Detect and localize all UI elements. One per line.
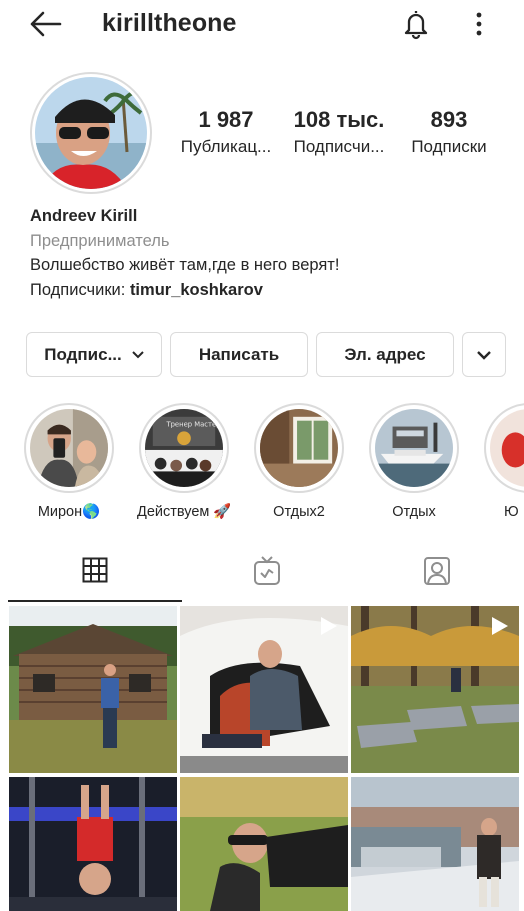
profile-tabs <box>0 540 524 604</box>
highlight-cover-image <box>490 409 524 487</box>
bio-subscribers-line: Подписчики: timur_koshkarov <box>30 278 500 303</box>
more-vertical-icon[interactable] <box>467 10 491 38</box>
profile-stats: 1 987 Публикац... 108 тыс. Подписчи... 8… <box>172 106 502 166</box>
highlight-label: Ю <box>504 504 519 520</box>
posts-count: 1 987 <box>198 107 254 132</box>
arrow-left-icon[interactable] <box>28 10 62 38</box>
grid-post[interactable] <box>180 777 348 911</box>
top-bar: kirilltheone <box>0 0 524 48</box>
posts-stat[interactable]: 1 987 Публикац... <box>172 106 280 160</box>
bell-icon[interactable] <box>400 8 432 40</box>
followers-count: 108 тыс. <box>293 107 385 132</box>
bio-text: Волшебство живёт там,где в него верят! <box>30 256 340 274</box>
message-button[interactable]: Написать <box>170 332 308 377</box>
profile-username: kirilltheone <box>102 9 237 37</box>
story-highlight[interactable]: Ю <box>482 403 524 521</box>
reel-play-icon <box>492 617 508 635</box>
post-image <box>9 777 177 911</box>
highlight-cover-image <box>375 409 453 487</box>
highlight-label: Отдых <box>392 504 436 520</box>
highlight-label: Отдых2 <box>273 504 325 520</box>
story-highlight[interactable]: Тренер Мастер Действуем 🚀 <box>137 403 231 521</box>
grid-post[interactable] <box>9 606 177 773</box>
highlight-cover-image <box>260 409 338 487</box>
following-label: Подписки <box>411 137 487 156</box>
tab-tagged[interactable] <box>350 540 524 602</box>
grid-post[interactable] <box>351 777 519 911</box>
bio-mention-link[interactable]: timur_koshkarov <box>130 281 263 299</box>
chevron-down-icon <box>477 350 491 360</box>
bio-subscribers-prefix: Подписчики: <box>30 280 130 299</box>
following-button[interactable]: Подпис... <box>26 332 162 377</box>
story-highlight[interactable]: Отдых2 <box>252 403 346 521</box>
profile-full-name: Andreev Kirill <box>30 207 138 225</box>
highlight-ring <box>484 403 524 493</box>
email-button[interactable]: Эл. адрес <box>316 332 454 377</box>
profile-avatar[interactable] <box>30 72 152 194</box>
reel-play-icon <box>321 617 337 635</box>
post-image <box>351 777 519 911</box>
post-image <box>9 606 177 773</box>
grid-post[interactable] <box>180 606 348 773</box>
following-stat[interactable]: 893 Подписки <box>402 106 496 160</box>
chevron-down-icon <box>132 350 144 358</box>
tagged-person-icon <box>424 557 450 585</box>
highlight-ring <box>254 403 344 493</box>
posts-grid <box>9 606 519 911</box>
posts-label: Публикац... <box>180 137 272 156</box>
suggested-accounts-button[interactable] <box>462 332 506 377</box>
highlight-ring <box>369 403 459 493</box>
avatar-image <box>35 77 147 189</box>
highlight-ring <box>24 403 114 493</box>
svg-text:Тренер Мастер: Тренер Мастер <box>165 421 220 429</box>
grid-post[interactable] <box>351 606 519 773</box>
igtv-icon <box>254 556 280 585</box>
post-image <box>180 777 348 911</box>
highlight-cover-image: Тренер Мастер <box>145 409 223 487</box>
profile-category: Предприниматель <box>30 231 170 250</box>
story-highlight[interactable]: Отдых <box>367 403 461 521</box>
followers-stat[interactable]: 108 тыс. Подписчи... <box>284 106 394 160</box>
highlight-cover-image <box>30 409 108 487</box>
following-button-label: Подпис... <box>44 344 122 364</box>
grid-icon <box>82 557 108 583</box>
highlight-label: Действуем 🚀 <box>137 504 231 520</box>
story-highlight[interactable]: Мирон🌎 <box>22 403 116 521</box>
highlight-ring: Тренер Мастер <box>139 403 229 493</box>
profile-bio: Andreev Kirill Предприниматель Волшебств… <box>30 204 500 302</box>
tab-posts-grid[interactable] <box>8 540 182 602</box>
following-count: 893 <box>430 107 468 132</box>
followers-label: Подписчи... <box>293 137 385 156</box>
tab-igtv[interactable] <box>180 540 354 602</box>
grid-post[interactable] <box>9 777 177 911</box>
highlight-label: Мирон🌎 <box>37 504 101 520</box>
